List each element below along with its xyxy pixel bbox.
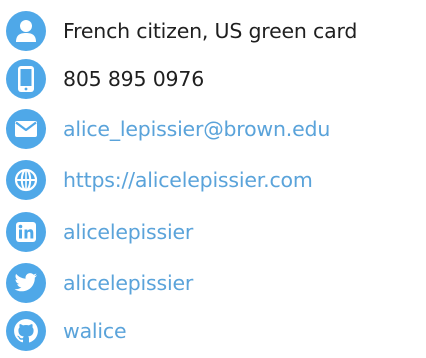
phone-icon xyxy=(6,59,46,99)
contact-row-citizenship: French citizen, US green card xyxy=(6,9,357,53)
github-icon xyxy=(6,311,46,351)
twitter-handle[interactable]: alicelepissier xyxy=(63,273,193,294)
phone-number: 805 895 0976 xyxy=(63,66,205,91)
contact-row-phone: 805 895 0976 xyxy=(6,57,204,101)
contact-row-twitter[interactable]: alicelepissier xyxy=(6,261,193,305)
user-icon xyxy=(6,11,46,51)
linkedin-handle[interactable]: alicelepissier xyxy=(63,222,193,243)
email-link[interactable]: alice_lepissier@brown.edu xyxy=(63,119,330,140)
twitter-icon xyxy=(6,263,46,303)
globe-icon xyxy=(6,160,46,200)
website-link[interactable]: https://alicelepissier.com xyxy=(63,170,313,191)
contact-row-website[interactable]: https://alicelepissier.com xyxy=(6,158,313,202)
linkedin-icon xyxy=(6,212,46,252)
github-handle[interactable]: walice xyxy=(63,321,127,342)
citizenship-text: French citizen, US green card xyxy=(63,18,358,43)
contact-row-linkedin[interactable]: alicelepissier xyxy=(6,210,193,254)
email-icon xyxy=(6,109,46,149)
contact-list: French citizen, US green card 805 895 09… xyxy=(0,0,426,358)
contact-row-email[interactable]: alice_lepissier@brown.edu xyxy=(6,107,330,151)
contact-row-github[interactable]: walice xyxy=(6,309,127,353)
